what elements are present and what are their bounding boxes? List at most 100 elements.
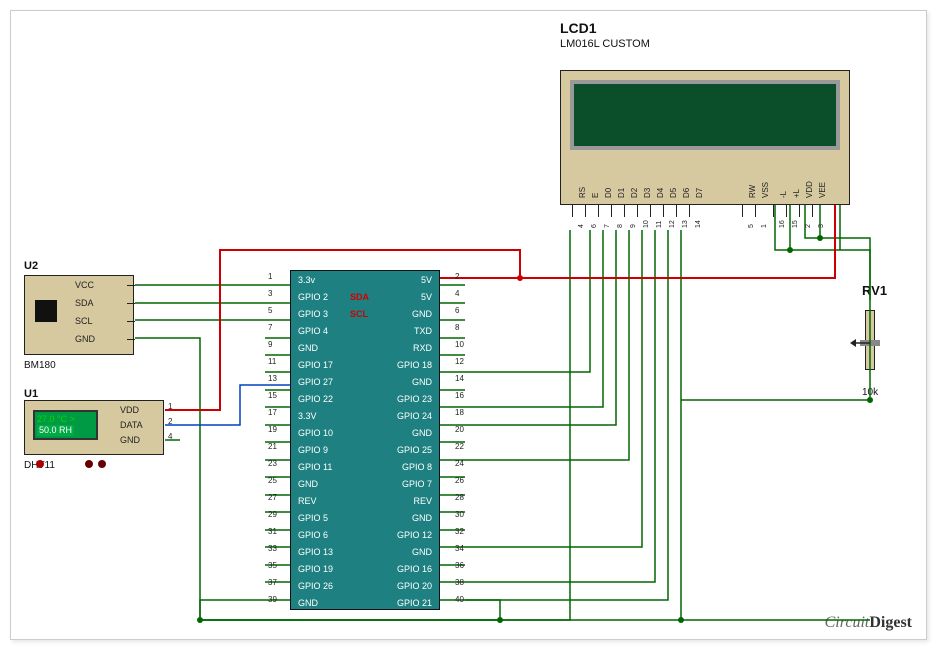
u1-screen: 27.0 °C > 50.0 RH (33, 410, 98, 440)
mcu-pinnum-left: 19 (268, 425, 277, 434)
u2-chip-icon (35, 300, 57, 322)
lcd-ref: LCD1 (560, 20, 597, 36)
pot-wiper-icon (860, 340, 880, 346)
u1-ref: U1 (24, 388, 38, 400)
mcu-pinnum-right: 26 (455, 476, 464, 485)
lcd-pin-label: D4 (656, 188, 665, 198)
mcu-pin-right: TXD (372, 326, 432, 336)
mcu-pin-left: REV (298, 496, 317, 506)
lcd-pin-tick (812, 205, 813, 217)
u1-led-icon (98, 460, 106, 468)
lcd-pin-num: 3 (818, 224, 825, 228)
mcu-pin-left: GPIO 3 (298, 309, 328, 319)
pin-tick (127, 303, 135, 304)
mcu-pinnum-left: 33 (268, 544, 277, 553)
lcd-pin-label: VEE (818, 182, 827, 198)
mcu-pin-right: GND (372, 377, 432, 387)
u1-pin-label: VDD (120, 405, 139, 415)
u2-pin-label: SCL (75, 316, 93, 326)
u2-pin-label: VCC (75, 280, 94, 290)
logo-part1: Circuit (825, 614, 870, 631)
mcu-pin-right: 5V (372, 275, 432, 285)
mcu-pin-left: GPIO 19 (298, 564, 333, 574)
mcu-pin-right: GND (372, 309, 432, 319)
mcu-pin-left: GND (298, 598, 318, 608)
u2-part: BM180 (24, 360, 56, 371)
lcd-pin-tick (799, 205, 800, 217)
mcu-pin-left: GPIO 26 (298, 581, 333, 591)
mcu-pinnum-left: 31 (268, 527, 277, 536)
lcd-pin-num: 13 (682, 220, 689, 228)
mcu-pinnum-right: 14 (455, 374, 464, 383)
mcu-pinnum-left: 7 (268, 323, 272, 332)
lcd-pin-label: RW (748, 185, 757, 198)
lcd-pin-num: 1 (761, 224, 768, 228)
u1-rh: 50.0 RH (37, 425, 74, 436)
lcd-pin-label: D5 (669, 188, 678, 198)
lcd-pin-tick (786, 205, 787, 217)
pot-ref: RV1 (862, 283, 887, 298)
u1-pin-num: 2 (168, 417, 172, 426)
lcd-pin-num: 9 (630, 224, 637, 228)
mcu-pinnum-left: 37 (268, 578, 277, 587)
mcu-pinnum-left: 3 (268, 289, 272, 298)
u2-pin-label: SDA (75, 298, 94, 308)
mcu-pin-left: GND (298, 343, 318, 353)
lcd-pin-tick (755, 205, 756, 217)
mcu-pinnum-right: 16 (455, 391, 464, 400)
lcd-pin-label: E (591, 193, 600, 198)
mcu-pinnum-right: 6 (455, 306, 459, 315)
mcu-pin-left: GPIO 17 (298, 360, 333, 370)
lcd-pin-tick (773, 205, 774, 217)
mcu-pin-right: GPIO 25 (372, 445, 432, 455)
mcu-pinnum-left: 9 (268, 340, 272, 349)
mcu-pin-left: GPIO 2 (298, 292, 328, 302)
u1-pin-num: 1 (168, 402, 172, 411)
lcd-pin-label: VSS (761, 182, 770, 198)
u1-pin-num: 4 (168, 432, 172, 441)
lcd-pin-tick (637, 205, 638, 217)
lcd-pin-num: 11 (656, 221, 663, 228)
mcu-pinnum-right: 30 (455, 510, 464, 519)
mcu-pin-right: GPIO 16 (372, 564, 432, 574)
pin-tick (127, 285, 135, 286)
mcu-pin-right: GND (372, 547, 432, 557)
mcu-pin-right: GPIO 23 (372, 394, 432, 404)
lcd-pin-label: D0 (604, 188, 613, 198)
mcu-pinnum-right: 32 (455, 527, 464, 536)
lcd-pin-label: RS (578, 187, 587, 198)
mcu-pinnum-right: 10 (455, 340, 464, 349)
mcu-pinnum-right: 38 (455, 578, 464, 587)
mcu-pin-left: GND (298, 479, 318, 489)
mcu-pinnum-left: 13 (268, 374, 277, 383)
mcu-pinnum-left: 17 (268, 408, 277, 417)
mcu-pinnum-right: 12 (455, 357, 464, 366)
lcd-pin-label: VDD (805, 181, 814, 198)
u2-pin-label: GND (75, 334, 95, 344)
mcu-pin-left: GPIO 22 (298, 394, 333, 404)
lcd-pin-num: 15 (792, 220, 799, 228)
logo-part2: Digest (869, 614, 912, 631)
mcu-pinnum-left: 5 (268, 306, 272, 315)
mcu-pin-left: 3.3V (298, 411, 317, 421)
u2-ref: U2 (24, 260, 38, 272)
mcu-pin-left: 3.3v (298, 275, 315, 285)
lcd-pin-num: 2 (805, 224, 812, 228)
mcu-pin-right: GPIO 20 (372, 581, 432, 591)
lcd-pin-tick (676, 205, 677, 217)
lcd-pin-label: D6 (682, 188, 691, 198)
lcd-pin-label: D3 (643, 188, 652, 198)
u1-led-icon (85, 460, 93, 468)
lcd-pin-label: D7 (695, 188, 704, 198)
mcu-pinnum-right: 2 (455, 272, 459, 281)
mcu-pinnum-left: 21 (268, 442, 277, 451)
lcd-pin-tick (624, 205, 625, 217)
mcu-pinnum-right: 18 (455, 408, 464, 417)
u1-temp: 27.0 °C > (37, 414, 94, 425)
mcu-pinnum-right: 4 (455, 289, 459, 298)
mcu-pinnum-left: 35 (268, 561, 277, 570)
mcu-pinnum-left: 11 (268, 357, 276, 366)
lcd-pin-num: 7 (604, 224, 611, 228)
lcd-screen (570, 80, 840, 150)
lcd-pin-num: 16 (779, 220, 786, 228)
